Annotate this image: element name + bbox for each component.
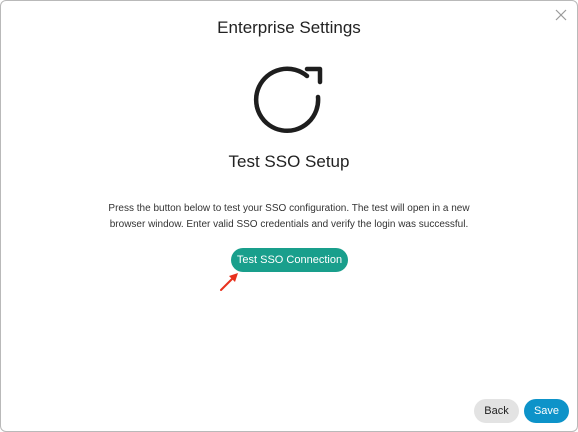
- dialog-title: Enterprise Settings: [217, 18, 361, 37]
- save-button[interactable]: Save: [524, 399, 569, 423]
- description-text: Press the button below to test your SSO …: [108, 203, 470, 230]
- red-arrow-icon: [220, 273, 238, 291]
- section-heading: Test SSO Setup: [228, 152, 350, 171]
- enterprise-settings-dialog: Enterprise Settings Test SSO Setup Press…: [0, 0, 578, 432]
- back-button[interactable]: Back: [474, 399, 519, 423]
- close-icon[interactable]: [553, 7, 569, 23]
- test-sso-connection-button[interactable]: Test SSO Connection: [231, 248, 348, 272]
- refresh-icon: [253, 66, 323, 134]
